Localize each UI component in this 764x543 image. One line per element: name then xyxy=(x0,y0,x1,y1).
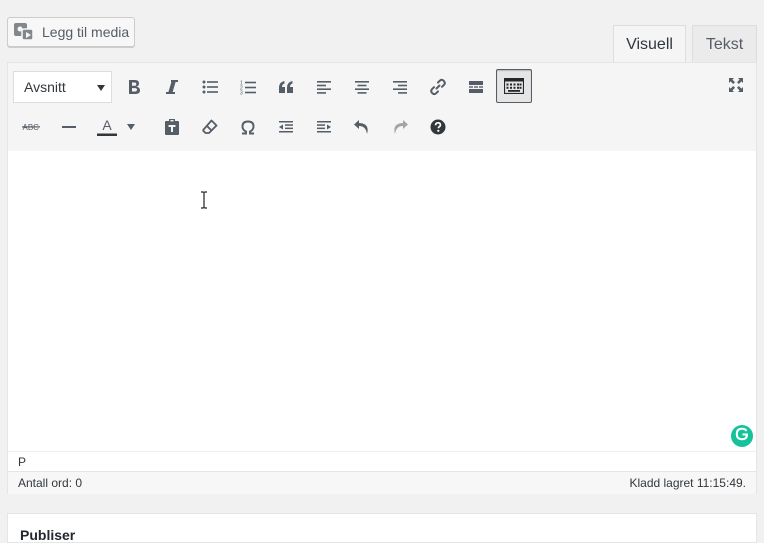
text-cursor-icon xyxy=(200,191,208,214)
add-media-label: Legg til media xyxy=(42,24,130,40)
publish-box-title: Publiser xyxy=(20,527,76,543)
read-more-icon xyxy=(468,80,484,94)
align-left-icon xyxy=(316,80,332,94)
horizontal-line-icon xyxy=(62,125,76,129)
text-color-glyph: A xyxy=(102,118,112,133)
insert-link-button[interactable] xyxy=(423,72,453,102)
editor-content[interactable] xyxy=(8,151,756,451)
bold-icon xyxy=(127,79,141,95)
align-right-button[interactable] xyxy=(385,72,415,102)
editor-frame: Avsnitt 123 A P Antall ord: 0 Kladd lagr… xyxy=(7,62,757,494)
fullscreen-icon xyxy=(728,77,744,93)
element-path-bar: P xyxy=(8,451,756,472)
word-count: Antall ord: 0 xyxy=(18,476,83,490)
blockquote-button[interactable] xyxy=(271,72,301,102)
text-color-button[interactable]: A xyxy=(92,112,122,142)
fullscreen-button[interactable] xyxy=(721,70,751,100)
text-color-icon: A xyxy=(97,118,117,136)
chevron-down-icon xyxy=(97,85,105,91)
undo-button[interactable] xyxy=(347,112,377,142)
help-icon xyxy=(430,119,446,135)
horizontal-line-button[interactable] xyxy=(54,112,84,142)
text-color-dropdown-button[interactable] xyxy=(122,112,140,142)
keyboard-icon xyxy=(504,78,524,94)
add-media-button[interactable]: Legg til media xyxy=(7,17,135,47)
redo-button[interactable] xyxy=(385,112,415,142)
align-right-icon xyxy=(392,80,408,94)
status-bar: Antall ord: 0 Kladd lagret 11:15:49. xyxy=(8,471,756,494)
align-center-icon xyxy=(354,80,370,94)
element-path[interactable]: P xyxy=(18,455,26,469)
strikethrough-icon: ABC xyxy=(22,121,40,133)
decrease-indent-button[interactable] xyxy=(271,112,301,142)
read-more-button[interactable] xyxy=(461,72,491,102)
grammarly-button[interactable] xyxy=(731,425,753,447)
undo-icon xyxy=(353,119,371,135)
italic-button[interactable] xyxy=(157,72,187,102)
link-icon xyxy=(429,78,447,96)
redo-icon xyxy=(391,119,409,135)
bulleted-list-icon xyxy=(202,80,218,94)
bold-button[interactable] xyxy=(119,72,149,102)
strikethrough-button[interactable]: ABC xyxy=(16,112,46,142)
bulleted-list-button[interactable] xyxy=(195,72,225,102)
toolbar-toggle-button[interactable] xyxy=(496,69,532,103)
tab-text[interactable]: Tekst xyxy=(692,25,757,63)
align-left-button[interactable] xyxy=(309,72,339,102)
tab-visual[interactable]: Visuell xyxy=(613,25,686,64)
caret-down-icon xyxy=(127,124,135,130)
clear-formatting-button[interactable] xyxy=(195,112,225,142)
editor-toolbar: Avsnitt 123 A xyxy=(8,63,756,152)
keyboard-shortcuts-button[interactable] xyxy=(423,112,453,142)
paste-as-text-button[interactable] xyxy=(157,112,187,142)
numbered-list-icon: 123 xyxy=(240,80,256,95)
omega-icon xyxy=(240,119,256,135)
blockquote-icon xyxy=(278,80,294,94)
svg-text:3: 3 xyxy=(240,90,243,95)
publish-box: Publiser xyxy=(7,513,757,543)
outdent-icon xyxy=(278,120,294,134)
italic-icon xyxy=(165,79,179,95)
indent-icon xyxy=(316,120,332,134)
grammarly-icon xyxy=(735,427,749,446)
eraser-icon xyxy=(202,119,218,135)
format-select-value: Avsnitt xyxy=(24,79,66,95)
clipboard-icon xyxy=(164,118,180,136)
numbered-list-button[interactable]: 123 xyxy=(233,72,263,102)
media-icon xyxy=(13,22,35,42)
format-select[interactable]: Avsnitt xyxy=(13,71,112,103)
align-center-button[interactable] xyxy=(347,72,377,102)
special-character-button[interactable] xyxy=(233,112,263,142)
draft-saved-status: Kladd lagret 11:15:49. xyxy=(629,476,746,490)
increase-indent-button[interactable] xyxy=(309,112,339,142)
